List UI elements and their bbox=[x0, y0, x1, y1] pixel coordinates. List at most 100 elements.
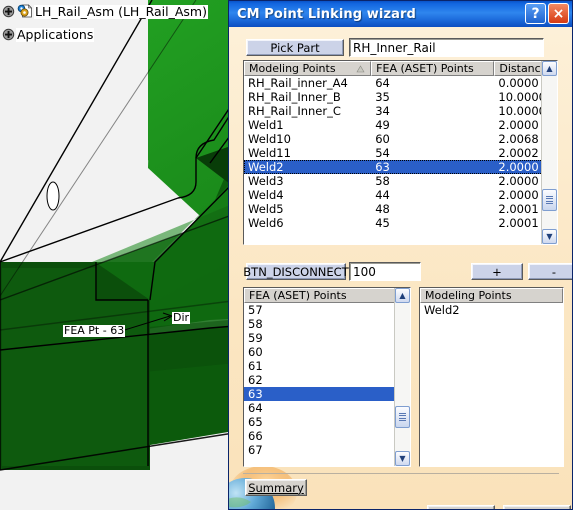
disconnect-button[interactable]: BTN_DISCONNECT bbox=[243, 263, 349, 280]
ok-button[interactable]: OK bbox=[427, 505, 495, 509]
pick-part-button[interactable]: Pick Part bbox=[246, 39, 344, 56]
dialog-body: Pick Part RH_Inner_Rail Modeling Points … bbox=[229, 27, 572, 509]
question-mark-icon: ? bbox=[531, 5, 540, 22]
grid-rows[interactable]: RH_Rail_inner_A4 64 0.0000 RH_Rail_Inner_B 3… bbox=[244, 76, 557, 244]
fea-list-item[interactable]: 63 bbox=[244, 387, 410, 401]
close-button[interactable]: × bbox=[548, 3, 569, 24]
fea-list-item[interactable]: 65 bbox=[244, 415, 410, 429]
modeling-points-list-body[interactable]: Weld2 bbox=[420, 303, 563, 466]
grid-column-label: FEA (ASET) Points bbox=[376, 62, 474, 75]
grid-cell-fea-point: 63 bbox=[375, 160, 390, 174]
model-tree[interactable]: LH_Rail_Asm (LH_Rail_Asm) Applications bbox=[2, 2, 224, 44]
sort-ascending-icon bbox=[356, 65, 365, 73]
tree-node-label: Applications bbox=[16, 26, 95, 42]
grid-header-row: Modeling Points FEA (ASET) Points Distan… bbox=[244, 61, 557, 76]
fea-points-list-header: FEA (ASET) Points bbox=[244, 288, 410, 303]
summary-button[interactable]: Summary bbox=[245, 479, 307, 496]
grid-column-label: Modeling Points bbox=[249, 62, 336, 75]
summary-label: Summary bbox=[248, 480, 304, 495]
grid-row[interactable]: RH_Rail_inner_A4 64 0.0000 bbox=[244, 76, 557, 90]
tree-node-lh-rail-asm[interactable]: LH_Rail_Asm (LH_Rail_Asm) bbox=[2, 2, 224, 21]
direction-label: Dir bbox=[172, 311, 191, 324]
fea-points-list[interactable]: FEA (ASET) Points 57 58 59 60 61 62 63 64 65 66 67… bbox=[243, 287, 411, 467]
modeling-points-list-header-label: Modeling Points bbox=[425, 289, 512, 302]
tree-node-applications[interactable]: Applications bbox=[2, 25, 224, 44]
fea-list-item[interactable]: 58 bbox=[244, 317, 410, 331]
modeling-points-list[interactable]: Modeling Points Weld2 bbox=[419, 287, 564, 467]
remove-button[interactable]: - bbox=[528, 263, 572, 280]
modeling-list-item[interactable]: Weld2 bbox=[420, 303, 563, 317]
grid-cell-fea-point: 35 bbox=[375, 90, 390, 104]
fea-points-list-body[interactable]: 57 58 59 60 61 62 63 64 65 66 67 bbox=[244, 303, 410, 466]
point-link-grid[interactable]: Modeling Points FEA (ASET) Points Distan… bbox=[243, 60, 558, 245]
part-gear-icon bbox=[16, 4, 33, 19]
scroll-thumb[interactable] bbox=[542, 189, 557, 211]
grid-row[interactable]: Weld4 44 2.0000 bbox=[244, 188, 557, 202]
scroll-up-arrow-icon[interactable]: ▲ bbox=[395, 288, 410, 303]
expand-plus-icon[interactable] bbox=[2, 5, 15, 18]
grid-row[interactable]: Weld5 48 2.0001 bbox=[244, 202, 557, 216]
grid-column-fea-points[interactable]: FEA (ASET) Points bbox=[371, 61, 495, 76]
grip-icon bbox=[546, 196, 553, 204]
grid-row[interactable]: Weld11 54 2.0002 bbox=[244, 146, 557, 160]
part-name-input[interactable]: RH_Inner_Rail bbox=[349, 38, 544, 57]
cm-point-linking-wizard-dialog[interactable]: CM Point Linking wizard ? × Pick Part RH… bbox=[228, 0, 573, 510]
dialog-title: CM Point Linking wizard bbox=[237, 6, 416, 22]
scroll-track[interactable] bbox=[395, 303, 410, 451]
grid-row[interactable]: Weld10 60 2.0068 bbox=[244, 132, 557, 146]
grid-row[interactable]: RH_Rail_Inner_C 34 10.0000 bbox=[244, 104, 557, 118]
part-name-value: RH_Inner_Rail bbox=[353, 40, 436, 55]
grid-cell-modeling-point: Weld3 bbox=[248, 174, 284, 188]
fea-list-item[interactable]: 64 bbox=[244, 401, 410, 415]
cancel-button[interactable]: Cancel bbox=[503, 505, 571, 509]
tree-node-label: LH_Rail_Asm (LH_Rail_Asm) bbox=[34, 3, 208, 19]
fea-list-item[interactable]: 66 bbox=[244, 429, 410, 443]
grid-cell-fea-point: 64 bbox=[375, 76, 390, 90]
scroll-thumb[interactable] bbox=[395, 406, 410, 428]
grid-row[interactable]: Weld6 45 2.0001 bbox=[244, 216, 557, 230]
grid-cell-modeling-point: RH_Rail_Inner_B bbox=[248, 90, 341, 104]
grid-cell-fea-point: 45 bbox=[375, 216, 390, 230]
scroll-down-arrow-icon[interactable]: ▼ bbox=[395, 451, 410, 466]
grid-row[interactable]: Weld1 49 2.0000 bbox=[244, 118, 557, 132]
grid-cell-modeling-point: Weld1 bbox=[248, 118, 284, 132]
scroll-down-arrow-icon[interactable]: ▼ bbox=[542, 229, 557, 244]
tolerance-input[interactable]: 100 bbox=[349, 262, 421, 281]
grid-cell-modeling-point: Weld11 bbox=[248, 146, 291, 160]
grid-column-modeling-points[interactable]: Modeling Points bbox=[244, 61, 372, 76]
fea-point-label: FEA Pt - 63 bbox=[63, 324, 126, 337]
grid-cell-fea-point: 44 bbox=[375, 188, 390, 202]
grid-cell-modeling-point: RH_Rail_inner_A4 bbox=[248, 76, 348, 90]
modeling-points-list-header: Modeling Points bbox=[420, 288, 563, 303]
footer-divider bbox=[243, 473, 559, 474]
scroll-track[interactable] bbox=[542, 76, 557, 229]
grid-row[interactable]: Weld3 58 2.0000 bbox=[244, 174, 557, 188]
fea-points-list-header-label: FEA (ASET) Points bbox=[249, 289, 347, 302]
grid-cell-fea-point: 60 bbox=[375, 132, 390, 146]
plus-label: + bbox=[492, 264, 502, 279]
grid-row[interactable]: Weld2 63 2.0000 bbox=[244, 160, 557, 174]
grid-cell-fea-point: 58 bbox=[375, 174, 390, 188]
fea-list-item[interactable]: 57 bbox=[244, 303, 410, 317]
fea-list-item[interactable]: 60 bbox=[244, 345, 410, 359]
fea-list-item[interactable]: 62 bbox=[244, 373, 410, 387]
tolerance-value: 100 bbox=[353, 264, 376, 279]
grid-cell-modeling-point: Weld10 bbox=[248, 132, 291, 146]
grid-cell-modeling-point: Weld2 bbox=[248, 160, 284, 174]
help-button[interactable]: ? bbox=[525, 3, 546, 24]
expand-plus-icon[interactable] bbox=[2, 28, 15, 41]
fea-list-item[interactable]: 67 bbox=[244, 443, 410, 457]
scroll-up-arrow-icon[interactable]: ▲ bbox=[542, 61, 557, 76]
grid-cell-modeling-point: Weld4 bbox=[248, 188, 284, 202]
grid-row[interactable]: RH_Rail_Inner_B 35 10.0000 bbox=[244, 90, 557, 104]
grid-cell-fea-point: 48 bbox=[375, 202, 390, 216]
grid-vertical-scrollbar[interactable]: ▲ ▼ bbox=[541, 61, 557, 244]
fea-list-item[interactable]: 61 bbox=[244, 359, 410, 373]
dialog-titlebar[interactable]: CM Point Linking wizard ? × bbox=[229, 1, 572, 27]
grid-cell-fea-point: 49 bbox=[375, 118, 390, 132]
fea-list-vertical-scrollbar[interactable]: ▲ ▼ bbox=[394, 288, 410, 466]
pick-part-label: Pick Part bbox=[270, 40, 320, 55]
fea-list-item[interactable]: 59 bbox=[244, 331, 410, 345]
close-icon: × bbox=[552, 5, 565, 22]
add-button[interactable]: + bbox=[471, 263, 523, 280]
